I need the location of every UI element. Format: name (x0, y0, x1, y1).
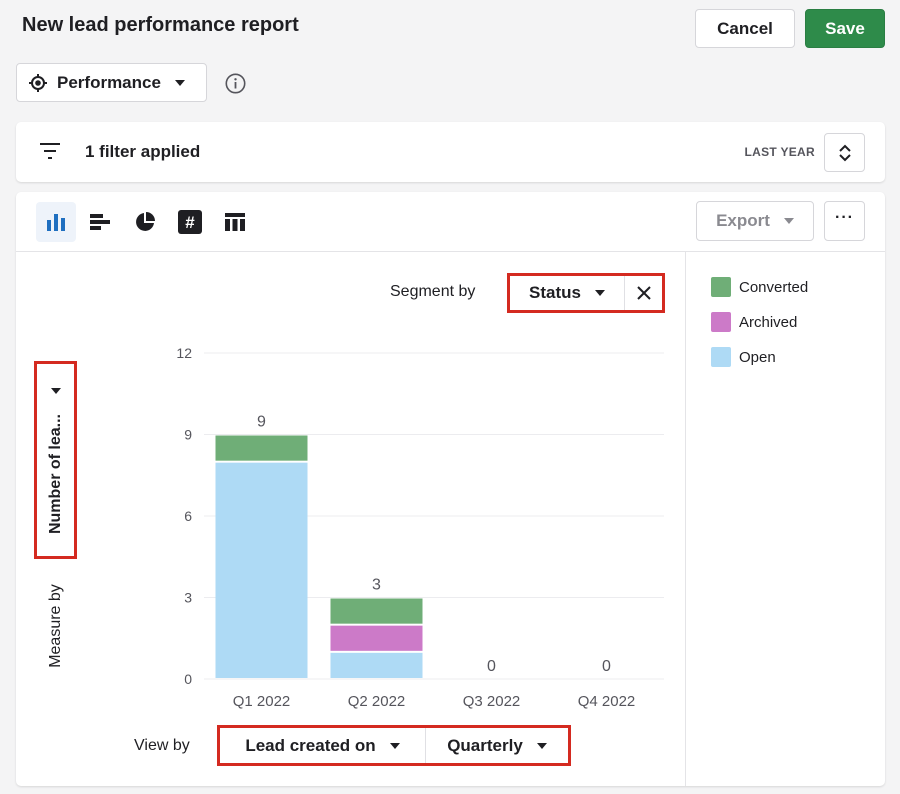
y-tick-label: 12 (176, 345, 192, 361)
chevron-up-down-icon (838, 144, 851, 161)
segment-by-control: Status (507, 273, 665, 313)
legend-item-open[interactable]: Open (711, 347, 776, 367)
legend-item-archived[interactable]: Archived (711, 312, 797, 332)
y-tick-label: 6 (184, 508, 192, 524)
report-type-dropdown[interactable]: Performance (16, 63, 207, 102)
chevron-down-icon (594, 290, 605, 296)
data-label: 0 (602, 658, 611, 675)
export-button[interactable]: Export (696, 201, 814, 241)
save-button[interactable]: Save (805, 9, 885, 48)
bar-segment-open[interactable] (330, 652, 423, 678)
more-options-button[interactable]: ··· (824, 201, 865, 241)
legend-label: Open (739, 348, 776, 366)
measure-by-value: Number of lea... (46, 413, 64, 535)
filter-icon[interactable] (39, 141, 61, 161)
data-label: 3 (372, 577, 381, 594)
measure-by-label: Measure by (47, 584, 64, 668)
view-by-interval-dropdown[interactable]: Quarterly (426, 728, 568, 763)
x-tick-label: Q1 2022 (233, 693, 291, 710)
chevron-down-icon (174, 79, 185, 86)
bar-segment-converted[interactable] (215, 435, 308, 461)
view-by-field-value: Lead created on (245, 735, 376, 755)
chart-legend: Converted Archived Open (685, 252, 885, 786)
legend-swatch-archived (711, 312, 731, 332)
report-card: # Export ··· 0 3 6 9 12 9 Q1 2022 3 Q2 2022 0 Q3 2… (16, 192, 885, 786)
view-by-label: View by (134, 737, 190, 754)
bar-segment-open[interactable] (215, 462, 308, 678)
close-icon (636, 286, 651, 300)
report-title: New lead performance report (22, 14, 299, 36)
legend-swatch-open (711, 347, 731, 367)
info-icon[interactable] (225, 73, 246, 94)
chevron-down-icon (536, 742, 547, 749)
chevron-down-icon (783, 218, 794, 224)
legend-label: Converted (739, 278, 809, 296)
y-tick-label: 0 (184, 671, 192, 687)
filter-bar: 1 filter applied LAST YEAR (16, 122, 885, 182)
chevron-down-icon (389, 742, 400, 749)
view-by-field-dropdown[interactable]: Lead created on (220, 728, 426, 763)
data-label: 0 (487, 658, 496, 675)
y-tick-label: 9 (184, 427, 192, 443)
segment-by-dropdown[interactable]: Status (510, 276, 625, 310)
legend-swatch-converted (711, 277, 731, 297)
measure-by-dropdown[interactable]: Number of lea... (34, 361, 77, 559)
bar-segment-archived[interactable] (330, 625, 423, 651)
chevron-right-icon (50, 387, 61, 394)
segment-by-label: Segment by (390, 283, 476, 300)
report-type-value: Performance (57, 72, 161, 92)
view-by-interval-value: Quarterly (447, 735, 523, 755)
target-icon (29, 73, 47, 92)
date-range-stepper[interactable] (824, 133, 865, 172)
legend-label: Archived (739, 313, 798, 331)
segment-by-value: Status (529, 283, 581, 302)
x-tick-label: Q3 2022 (463, 693, 521, 710)
cancel-button[interactable]: Cancel (695, 9, 795, 48)
legend-item-converted[interactable]: Converted (711, 277, 808, 297)
x-tick-label: Q2 2022 (348, 693, 406, 710)
filter-summary[interactable]: 1 filter applied (85, 142, 200, 162)
data-label: 9 (257, 414, 266, 431)
export-label: Export (716, 211, 770, 230)
y-tick-label: 3 (184, 590, 192, 606)
date-range-label: LAST YEAR (744, 145, 815, 159)
x-tick-label: Q4 2022 (578, 693, 636, 710)
remove-segment-button[interactable] (625, 276, 662, 310)
bar-segment-converted[interactable] (330, 598, 423, 624)
view-by-control: Lead created on Quarterly (217, 725, 571, 766)
